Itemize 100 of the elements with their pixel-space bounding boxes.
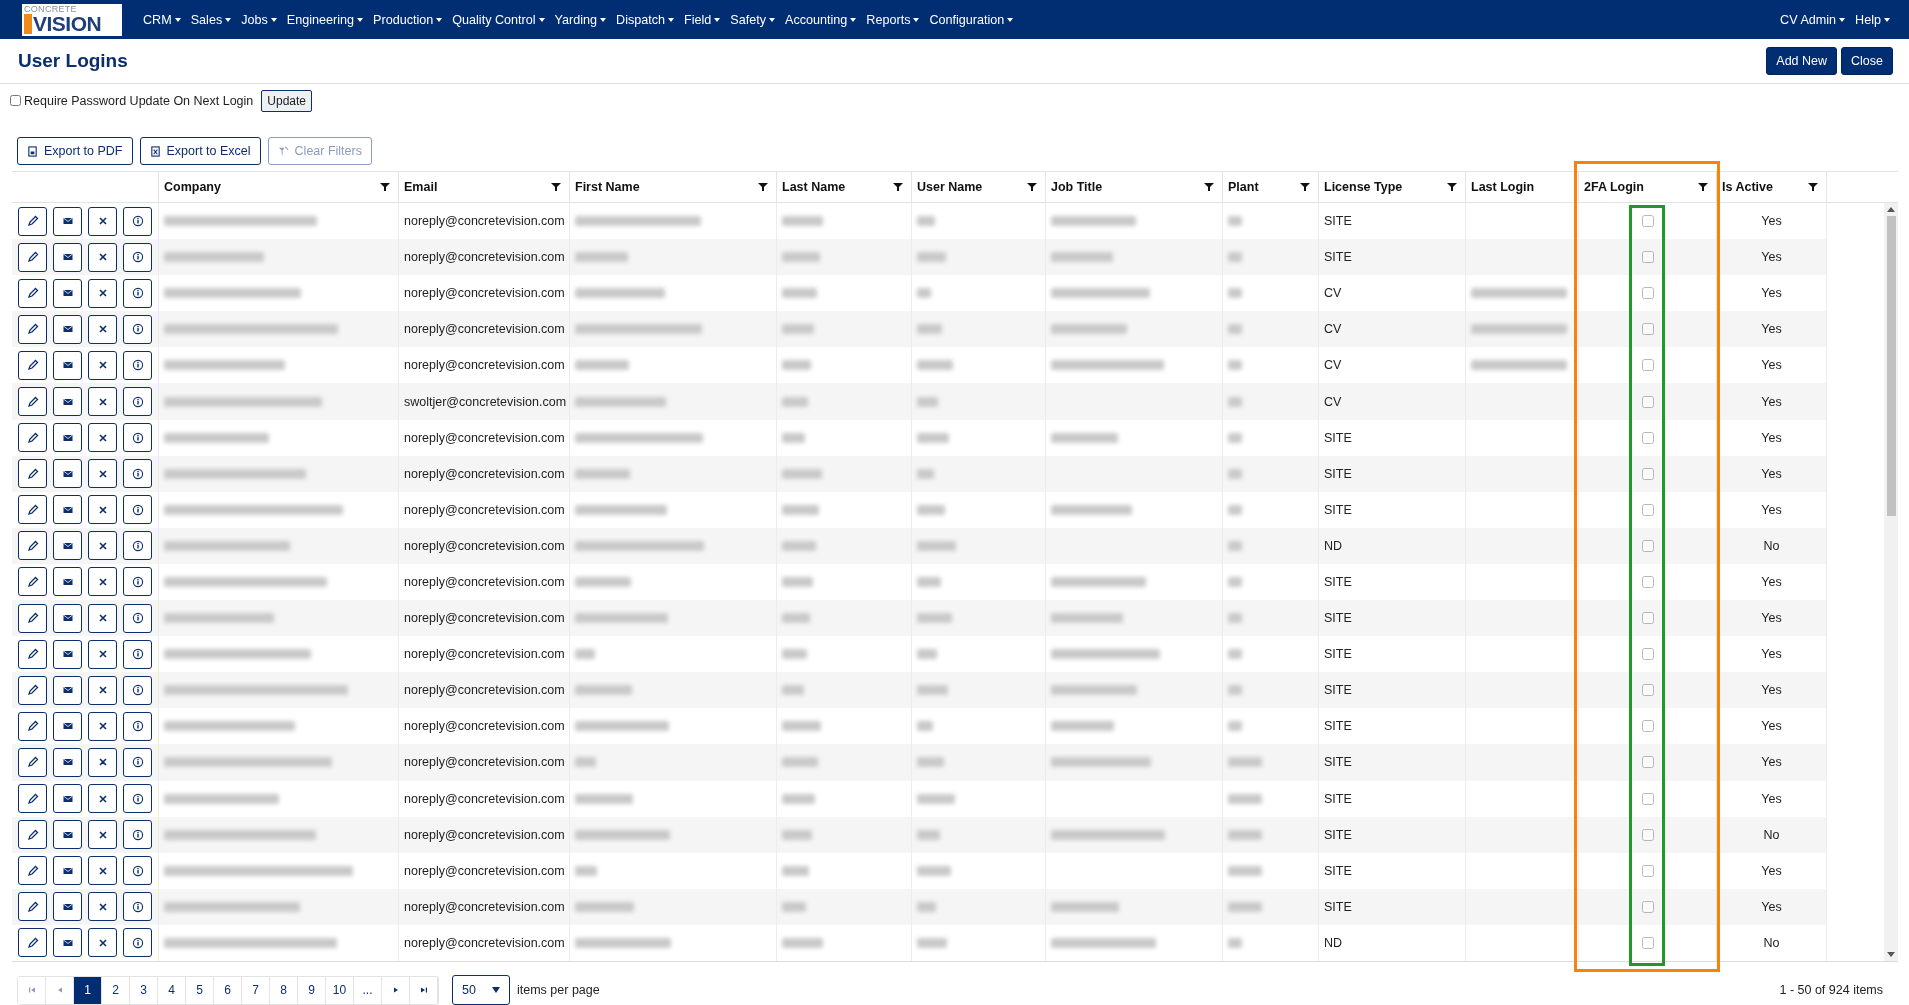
- delete-button[interactable]: [88, 928, 117, 958]
- email-button[interactable]: [53, 747, 82, 777]
- checkbox[interactable]: [1641, 828, 1654, 841]
- edit-button[interactable]: [18, 892, 47, 922]
- checkbox[interactable]: [1641, 864, 1654, 877]
- page-button[interactable]: 1: [74, 976, 102, 1004]
- delete-button[interactable]: [88, 387, 117, 416]
- edit-button[interactable]: [18, 784, 47, 814]
- nav-menu[interactable]: Sales: [185, 12, 237, 27]
- nav-menu[interactable]: Reports: [861, 12, 925, 27]
- email-button[interactable]: [53, 531, 82, 561]
- delete-button[interactable]: [88, 820, 117, 850]
- toolbar-button[interactable]: Export to Excel: [139, 137, 261, 165]
- scrollbar[interactable]: [1884, 203, 1898, 961]
- nav-menu[interactable]: CV Admin: [1775, 12, 1851, 27]
- checkbox[interactable]: [1641, 900, 1654, 913]
- info-button[interactable]: [123, 242, 152, 272]
- checkbox[interactable]: [1641, 936, 1654, 949]
- checkbox[interactable]: [1641, 467, 1654, 480]
- column-header[interactable]: Is Active: [1716, 172, 1826, 202]
- column-header[interactable]: Last Login: [1465, 172, 1578, 202]
- nav-menu[interactable]: Configuration: [924, 12, 1019, 27]
- filter-icon[interactable]: [893, 182, 903, 192]
- filter-icon[interactable]: [551, 182, 561, 192]
- delete-button[interactable]: [88, 856, 117, 886]
- email-button[interactable]: [53, 711, 82, 741]
- filter-icon[interactable]: [758, 182, 768, 192]
- edit-button[interactable]: [18, 675, 47, 705]
- toolbar-button[interactable]: Export to PDF: [17, 137, 133, 165]
- nav-menu[interactable]: Quality Control: [447, 12, 550, 27]
- email-button[interactable]: [53, 495, 82, 525]
- delete-button[interactable]: [88, 423, 117, 453]
- filter-icon[interactable]: [1300, 182, 1310, 192]
- edit-button[interactable]: [18, 278, 47, 308]
- nav-menu[interactable]: Field: [679, 12, 726, 27]
- info-button[interactable]: [123, 495, 152, 525]
- nav-menu[interactable]: Production: [368, 12, 448, 27]
- edit-button[interactable]: [18, 350, 47, 380]
- scrollbar-thumb[interactable]: [1886, 216, 1896, 516]
- checkbox[interactable]: [1641, 395, 1654, 408]
- column-header[interactable]: First Name: [569, 172, 776, 202]
- delete-button[interactable]: [88, 314, 117, 344]
- update-button[interactable]: Update: [261, 89, 312, 112]
- email-button[interactable]: [53, 206, 82, 236]
- info-button[interactable]: [123, 784, 152, 814]
- page-size-dropdown[interactable]: 50: [452, 975, 510, 1005]
- checkbox[interactable]: [1641, 612, 1654, 625]
- info-button[interactable]: [123, 206, 152, 236]
- email-button[interactable]: [53, 423, 82, 453]
- email-button[interactable]: [53, 856, 82, 886]
- edit-button[interactable]: [18, 495, 47, 525]
- delete-button[interactable]: [88, 747, 117, 777]
- email-button[interactable]: [53, 567, 82, 597]
- nav-menu[interactable]: Yarding: [549, 12, 612, 27]
- delete-button[interactable]: [88, 567, 117, 597]
- checkbox[interactable]: [1641, 503, 1654, 516]
- email-button[interactable]: [53, 928, 82, 958]
- header-button[interactable]: Close: [1841, 47, 1893, 76]
- nav-menu[interactable]: Jobs: [236, 12, 282, 27]
- filter-icon[interactable]: [380, 182, 390, 192]
- edit-button[interactable]: [18, 423, 47, 453]
- checkbox[interactable]: [1641, 287, 1654, 300]
- email-button[interactable]: [53, 278, 82, 308]
- info-button[interactable]: [123, 278, 152, 308]
- edit-button[interactable]: [18, 856, 47, 886]
- edit-button[interactable]: [18, 206, 47, 236]
- info-button[interactable]: [123, 928, 152, 958]
- email-button[interactable]: [53, 603, 82, 633]
- checkbox[interactable]: [1641, 756, 1654, 769]
- edit-button[interactable]: [18, 387, 47, 416]
- edit-button[interactable]: [18, 531, 47, 561]
- email-button[interactable]: [53, 639, 82, 669]
- column-header[interactable]: License Type: [1318, 172, 1465, 202]
- email-button[interactable]: [53, 892, 82, 922]
- email-button[interactable]: [53, 242, 82, 272]
- delete-button[interactable]: [88, 639, 117, 669]
- delete-button[interactable]: [88, 495, 117, 525]
- info-button[interactable]: [123, 856, 152, 886]
- edit-button[interactable]: [18, 242, 47, 272]
- checkbox[interactable]: [1641, 215, 1654, 228]
- info-button[interactable]: [123, 567, 152, 597]
- email-button[interactable]: [53, 675, 82, 705]
- delete-button[interactable]: [88, 711, 117, 741]
- column-header[interactable]: 2FA Login: [1578, 172, 1716, 202]
- email-button[interactable]: [53, 350, 82, 380]
- delete-button[interactable]: [88, 675, 117, 705]
- email-button[interactable]: [53, 314, 82, 344]
- edit-button[interactable]: [18, 603, 47, 633]
- info-button[interactable]: [123, 350, 152, 380]
- column-header[interactable]: User Name: [911, 172, 1045, 202]
- info-button[interactable]: [123, 820, 152, 850]
- info-button[interactable]: [123, 314, 152, 344]
- delete-button[interactable]: [88, 278, 117, 308]
- edit-button[interactable]: [18, 459, 47, 489]
- info-button[interactable]: [123, 387, 152, 416]
- nav-menu[interactable]: Accounting: [780, 12, 862, 27]
- email-button[interactable]: [53, 820, 82, 850]
- checkbox[interactable]: [1641, 720, 1654, 733]
- checkbox[interactable]: [1641, 539, 1654, 552]
- edit-button[interactable]: [18, 567, 47, 597]
